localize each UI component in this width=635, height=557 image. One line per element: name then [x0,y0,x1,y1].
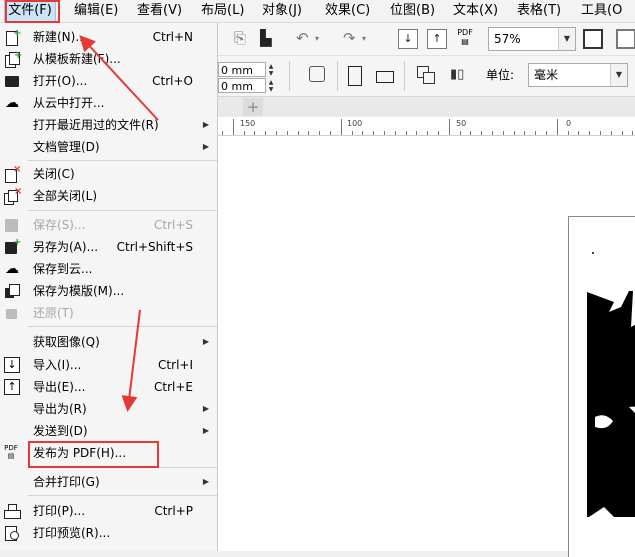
arrow-to-new [79,35,159,121]
annotation-arrows [79,35,159,412]
arrow-to-publish-pdf [121,309,141,412]
